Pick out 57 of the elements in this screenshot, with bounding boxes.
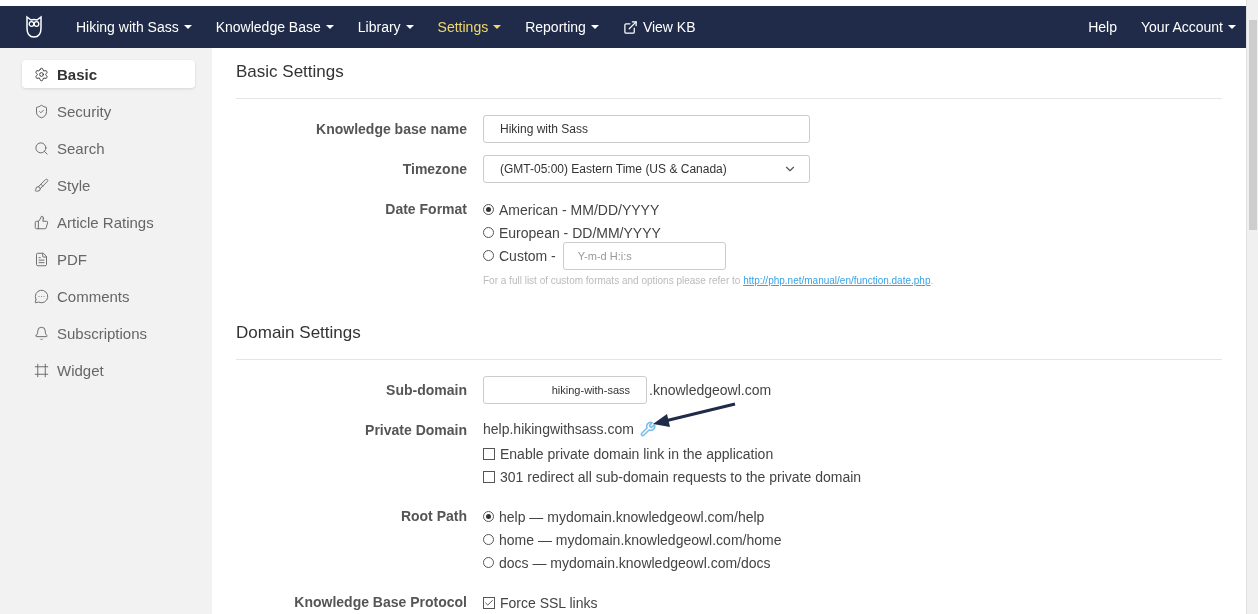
sidebar-item[interactable]: Search: [22, 134, 195, 162]
option-label: Custom -: [499, 247, 556, 264]
sidebar-item[interactable]: PDF: [22, 245, 195, 273]
search-icon: [34, 140, 49, 156]
option-label: American - MM/DD/YYYY: [499, 201, 660, 218]
checkbox[interactable]: [483, 596, 495, 609]
option-label: European - DD/MM/YYYY: [499, 224, 661, 241]
option-label: docs — mydomain.knowledgeowl.com/docs: [499, 554, 771, 571]
scrollbar[interactable]: [1246, 0, 1258, 614]
nav-menu-item[interactable]: Knowledge Base: [215, 19, 334, 35]
sidebar-item[interactable]: Subscriptions: [22, 319, 195, 347]
sidebar-item[interactable]: Security: [22, 97, 195, 125]
nav-menu-item[interactable]: Reporting: [525, 19, 599, 35]
field-label: Timezone: [401, 160, 467, 179]
name-input[interactable]: Hiking with Sass: [483, 115, 810, 143]
domain-suffix: .knowledgeowl.com: [649, 382, 772, 398]
option-label: Force SSL links: [500, 594, 598, 611]
option-label: home — mydomain.knowledgeowl.com/home: [499, 531, 782, 548]
thumbs-up-icon: [34, 214, 49, 230]
sidebar-item[interactable]: Comments: [22, 282, 195, 310]
brush-icon: [34, 177, 49, 193]
document-icon: [34, 251, 49, 267]
shield-icon: [34, 103, 49, 119]
nav-menu-item[interactable]: View KB: [622, 19, 696, 35]
nav-menu-item[interactable]: Hiking with Sass: [76, 19, 192, 35]
gear-icon: [34, 66, 49, 82]
field-label: Knowledge base name: [315, 120, 467, 139]
subdomain-input[interactable]: hiking-with-sass: [483, 376, 647, 404]
speech-bubble-icon: [34, 288, 49, 304]
nav-menu-item[interactable]: Your Account: [1141, 19, 1236, 35]
option-label: Enable private domain link in the application: [500, 445, 774, 462]
sidebar-item[interactable]: Style: [22, 171, 195, 199]
option-label: help — mydomain.knowledgeowl.com/help: [499, 508, 765, 525]
external-link-icon: [622, 19, 638, 35]
help-text: For a full list of custom formats and options please refer to http://php.net/manual/en/function.date.php.: [483, 275, 934, 286]
sidebar-item[interactable]: Basic: [22, 60, 195, 88]
private-domain-text: help.hikingwithsass.com: [483, 421, 634, 437]
section-heading: Domain Settings: [236, 322, 361, 344]
checkbox[interactable]: [483, 470, 495, 483]
bell-icon: [34, 325, 49, 341]
nav-menu-item[interactable]: Library: [357, 19, 414, 35]
timezone-select[interactable]: (GMT-05:00) Eastern Time (US & Canada): [483, 155, 810, 183]
section-heading: Basic Settings: [236, 61, 344, 83]
field-label: Private Domain: [364, 421, 467, 440]
field-label: Sub-domain: [385, 381, 467, 400]
owl-logo-icon: [24, 15, 44, 39]
field-label: Knowledge Base Protocol: [293, 593, 467, 612]
custom-format-input[interactable]: Y-m-d H:i:s: [562, 241, 726, 270]
checkbox[interactable]: [483, 447, 495, 460]
field-label: Root Path: [399, 507, 467, 526]
sidebar-item[interactable]: Widget: [22, 356, 195, 384]
field-label: Date Format: [384, 200, 467, 219]
sidebar-item[interactable]: Article Ratings: [22, 208, 195, 236]
option-label: 301 redirect all sub-domain requests to the private domain: [500, 468, 862, 485]
nav-menu-item[interactable]: Settings: [437, 19, 502, 35]
nav-menu-item[interactable]: Help: [1088, 19, 1117, 35]
frame-icon: [34, 362, 49, 378]
